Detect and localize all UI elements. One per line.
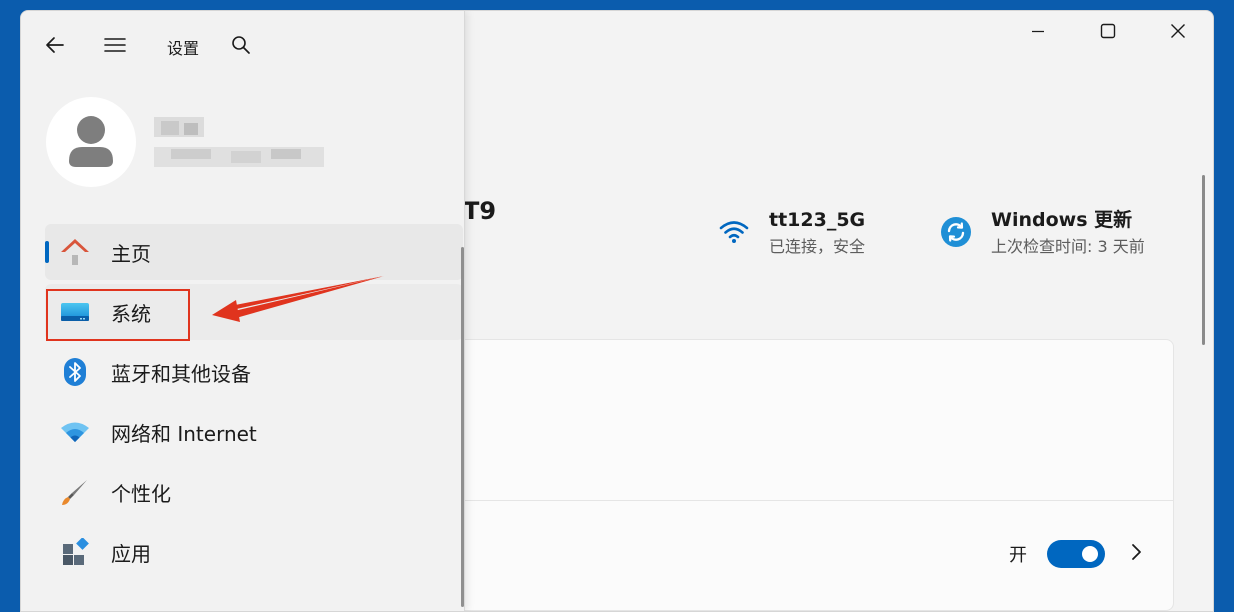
nav-list: 主页 系统 蓝牙和其他设备 网络和 Internet 个性化 应用 [45,224,463,584]
back-arrow-icon[interactable] [43,33,67,57]
apps-icon [59,536,91,568]
wifi-name: tt123_5G [769,209,866,231]
toggle-knob [1082,546,1098,562]
minimize-icon [1030,23,1046,43]
nav-label-home: 主页 [111,241,151,266]
settings-card: 开 [441,339,1174,611]
sync-icon [939,215,973,249]
close-button[interactable] [1143,11,1213,55]
minimize-button[interactable] [1003,11,1073,55]
close-icon [1170,23,1186,43]
nav-label-apps: 应用 [111,541,151,566]
nav-item-bluetooth[interactable]: 蓝牙和其他设备 [45,344,463,400]
windows-update-status[interactable]: Windows 更新 上次检查时间: 3 天前 [939,207,1145,261]
nav-item-apps[interactable]: 应用 [45,524,463,580]
nav-item-personalization[interactable]: 个性化 [45,464,463,520]
nav-label-network: 网络和 Internet [111,421,257,446]
app-title: 设置 [167,39,200,58]
maximize-button[interactable] [1073,11,1143,55]
toggle-row[interactable]: 开 [1009,540,1143,568]
chevron-right-icon[interactable] [1129,542,1143,566]
nav-scrollbar[interactable] [461,247,464,607]
home-icon [59,236,91,268]
maximize-icon [1100,23,1116,43]
hamburger-menu-icon[interactable] [103,33,127,57]
caption-buttons [1003,11,1213,55]
device-name: T9 [463,197,497,225]
update-last-check: 上次检查时间: 3 天前 [991,237,1145,256]
card-divider [442,500,1173,501]
wifi-icon [717,215,751,249]
nav-label-bluetooth: 蓝牙和其他设备 [111,361,251,386]
wifi-network-icon [59,416,91,448]
search-icon[interactable] [229,33,253,57]
toggle-switch[interactable] [1047,540,1105,568]
bluetooth-icon [59,356,91,388]
toggle-state-label: 开 [1009,545,1027,566]
settings-window: T9 tt123_5G 已连接，安全 Windows 更新 上次检查时间: 3 … [20,10,1214,612]
user-avatar-icon[interactable] [46,97,136,187]
nav-label-personalization: 个性化 [111,481,171,506]
main-scrollbar[interactable] [1202,175,1205,345]
nav-item-network[interactable]: 网络和 Internet [45,404,463,460]
title-bar: 设置 [21,11,464,81]
annotation-highlight-box [46,289,190,341]
update-title: Windows 更新 [991,209,1133,231]
nav-item-home[interactable]: 主页 [45,224,463,280]
wifi-status[interactable]: tt123_5G 已连接，安全 [717,207,865,261]
paintbrush-icon [59,476,91,508]
wifi-state: 已连接，安全 [769,237,866,256]
selected-indicator [45,241,49,263]
